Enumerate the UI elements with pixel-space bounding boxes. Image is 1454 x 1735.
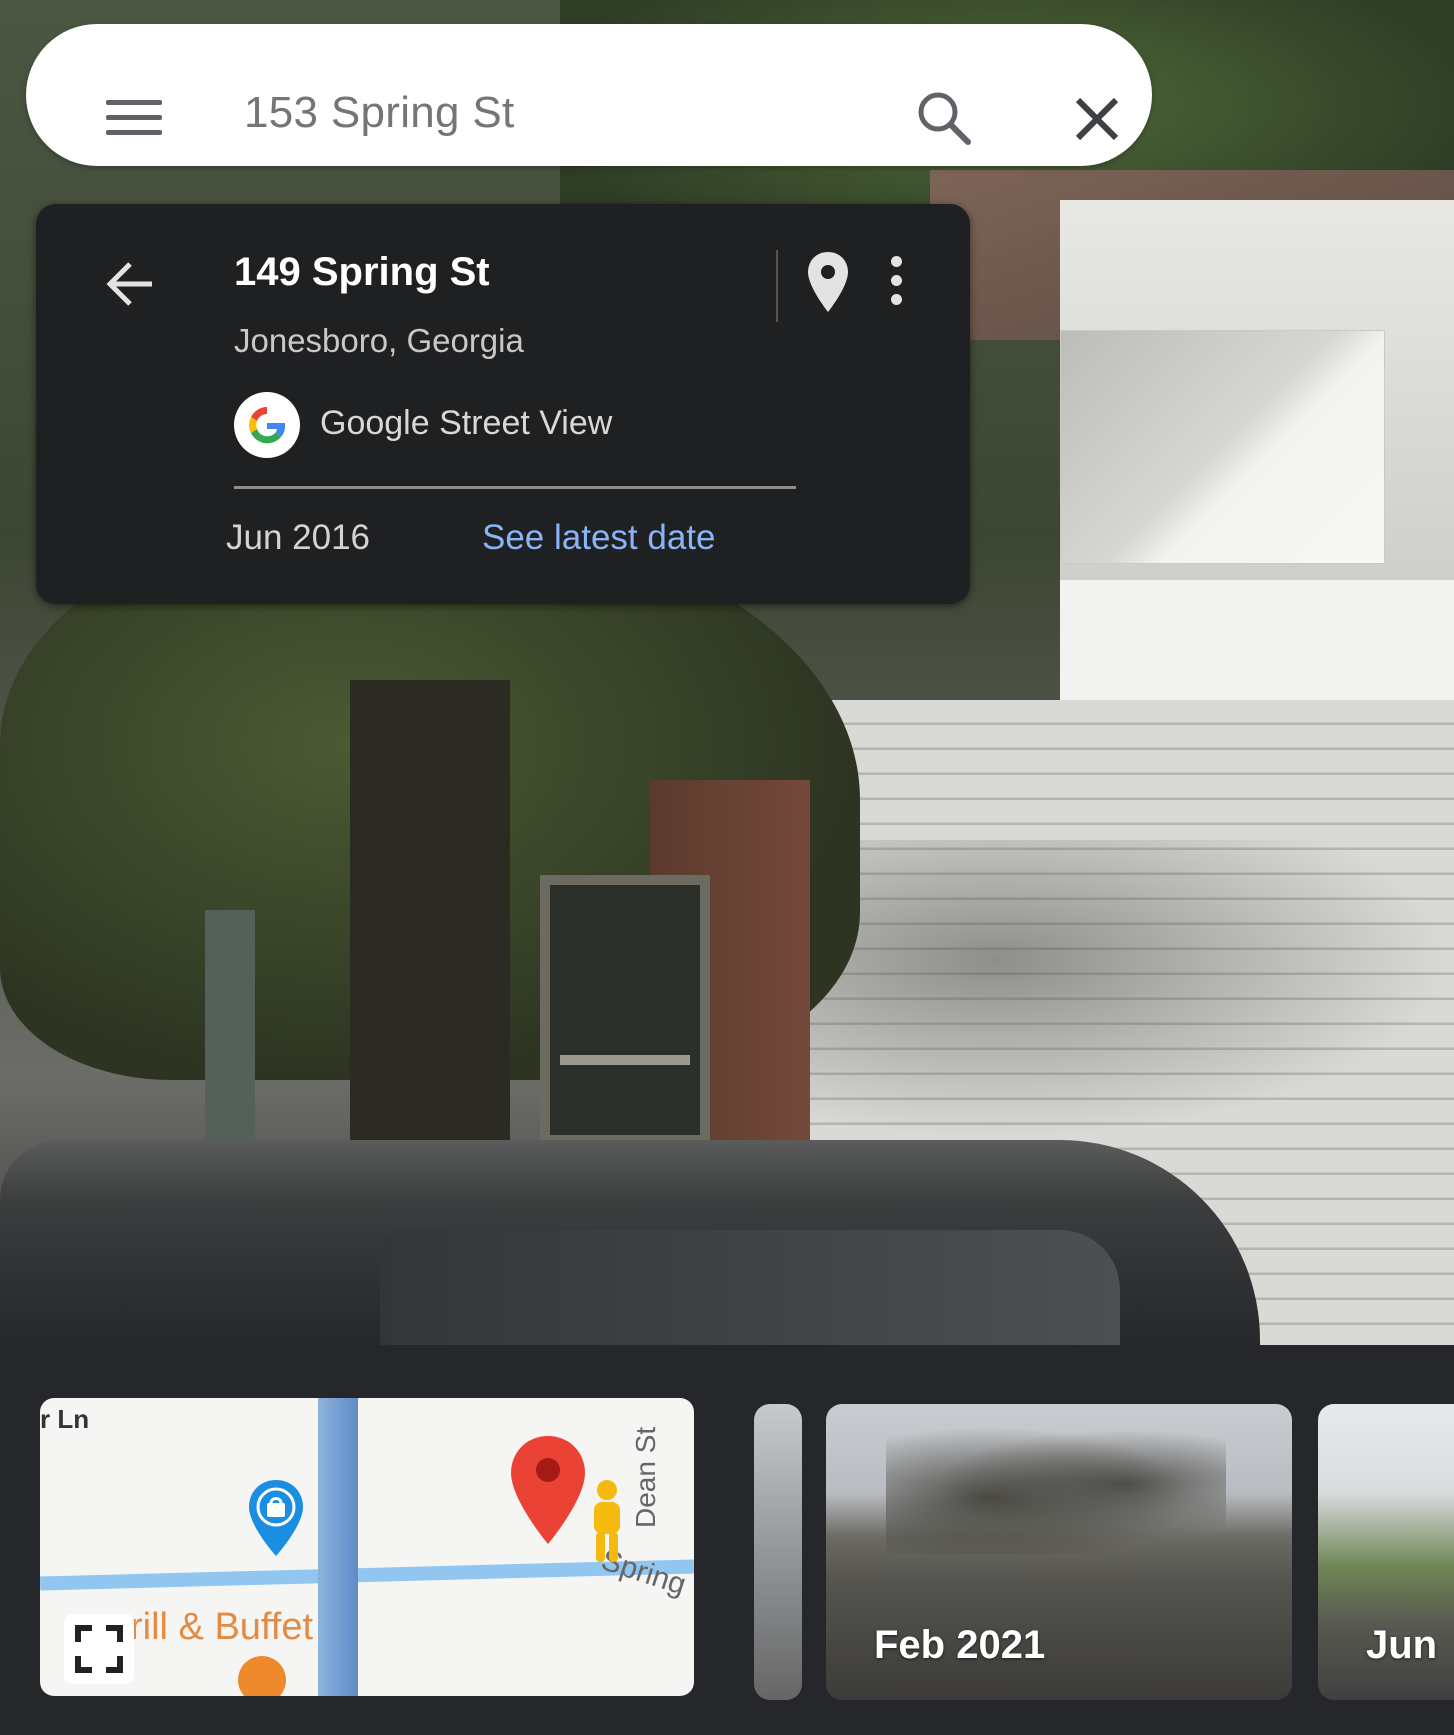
timeline-thumbnail[interactable]: Feb 2021 xyxy=(826,1404,1292,1700)
vertical-divider xyxy=(776,250,778,322)
map-label-grill-buffet: rill & Buffet xyxy=(130,1606,314,1648)
timeline-thumbnail[interactable]: Jun xyxy=(1318,1404,1454,1700)
fullscreen-icon[interactable] xyxy=(64,1614,134,1684)
more-options-icon[interactable] xyxy=(888,256,904,312)
location-subtitle: Jonesboro, Georgia xyxy=(234,322,524,359)
search-bar: 153 Spring St xyxy=(26,24,1152,166)
menu-icon[interactable] xyxy=(106,100,162,140)
pegman-icon[interactable] xyxy=(584,1478,630,1568)
capture-date: Jun 2016 xyxy=(226,518,371,557)
close-icon[interactable] xyxy=(1072,94,1122,144)
location-pin-icon[interactable] xyxy=(806,250,850,314)
search-input[interactable]: 153 Spring St xyxy=(244,88,515,138)
sign-post xyxy=(205,910,255,1160)
map-label-lane: r Ln xyxy=(40,1404,90,1434)
shopping-pin-icon[interactable] xyxy=(246,1478,306,1558)
map-label-dean-st: Dean St xyxy=(630,1426,661,1528)
restaurant-icon[interactable] xyxy=(238,1656,286,1696)
tree-shadow xyxy=(800,840,1454,1140)
street-view-image[interactable] xyxy=(0,0,1454,1345)
image-overlay-patch xyxy=(1060,330,1385,564)
highway xyxy=(318,1398,358,1696)
location-info-card: 149 Spring St Jonesboro, Georgia Google … xyxy=(36,204,970,604)
back-arrow-icon[interactable] xyxy=(102,256,158,312)
imagery-source: Google Street View xyxy=(320,404,613,442)
mini-map[interactable]: r Ln Dean St Spring rill & Buffet xyxy=(40,1398,694,1696)
search-icon[interactable] xyxy=(914,88,974,148)
thumbnail-date-label: Feb 2021 xyxy=(874,1623,1046,1667)
timeline-thumbnail[interactable] xyxy=(754,1404,802,1700)
card-divider xyxy=(234,486,796,489)
car-window xyxy=(380,1230,1120,1345)
google-logo-icon xyxy=(234,392,300,458)
see-latest-date-link[interactable]: See latest date xyxy=(482,518,716,558)
thumbnail-trees xyxy=(886,1414,1226,1554)
storm-door xyxy=(540,875,710,1145)
red-location-pin-icon[interactable] xyxy=(508,1434,588,1546)
tree-trunk xyxy=(350,680,510,1160)
thumbnail-date-label: Jun xyxy=(1366,1623,1438,1667)
location-title: 149 Spring St xyxy=(234,250,490,294)
